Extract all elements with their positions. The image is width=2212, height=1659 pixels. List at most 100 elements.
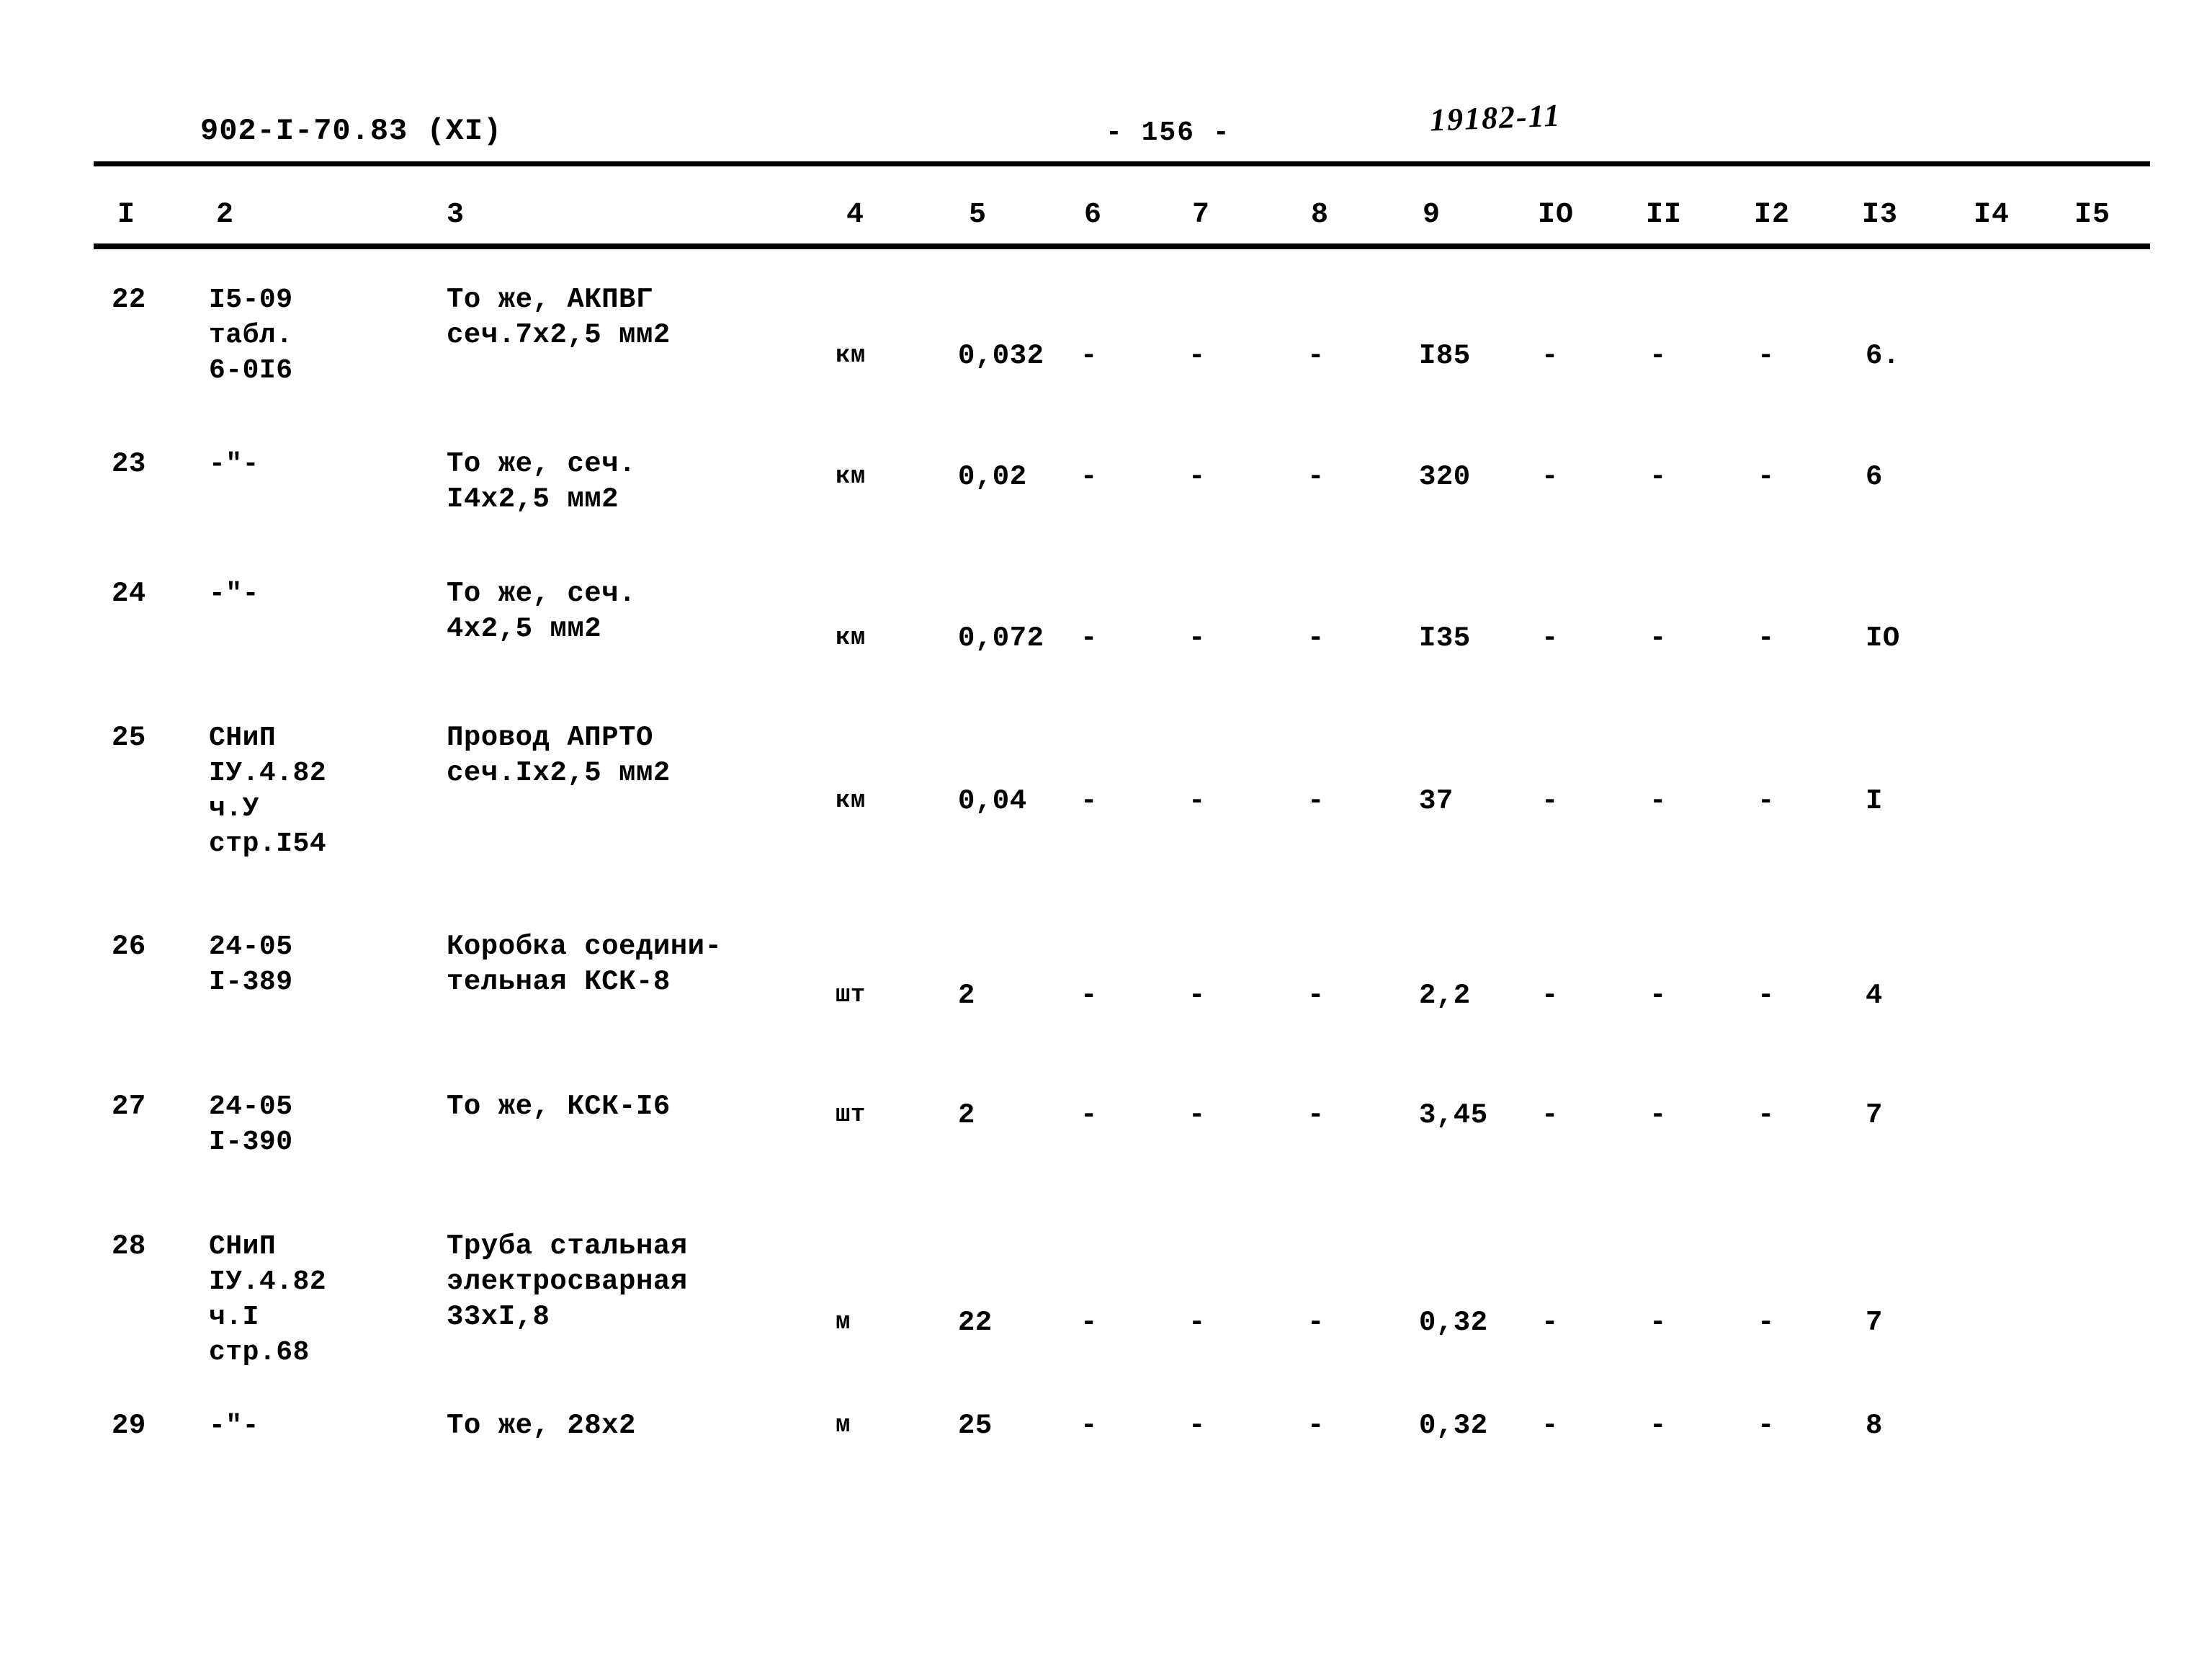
cell-r28-c9: 0,32 (1419, 1307, 1488, 1338)
cell-r26-c13: 4 (1866, 980, 1883, 1011)
cell-r27-c12: - (1757, 1099, 1775, 1131)
cell-r26-c6: - (1080, 980, 1098, 1011)
cell-r29-c3: То же, 28х2 (447, 1410, 636, 1441)
column-header-8: 8 (1311, 199, 1330, 231)
cell-r29-c5: 25 (958, 1410, 993, 1441)
cell-r22-c9: I85 (1419, 340, 1471, 372)
cell-r27-c9: 3,45 (1419, 1099, 1488, 1131)
cell-r28-c12: - (1757, 1307, 1775, 1338)
cell-r23-c7: - (1188, 461, 1206, 493)
cell-r27-c10: - (1541, 1099, 1559, 1131)
cell-r25-c4: км (836, 787, 866, 815)
cell-r26-c10: - (1541, 980, 1559, 1011)
cell-r23-c1: 23 (112, 448, 146, 480)
cell-r23-c2: -"- (209, 449, 259, 480)
cell-r26-c8: - (1307, 980, 1325, 1011)
cell-r29-c1: 29 (112, 1410, 146, 1441)
column-header-5: 5 (969, 199, 988, 231)
column-header-7: 7 (1192, 199, 1211, 231)
cell-r22-c1: 22 (112, 284, 146, 316)
cell-r22-c12: - (1757, 340, 1775, 372)
cell-r28-c8: - (1307, 1307, 1325, 1338)
cell-r28-c2: СНиП IУ.4.82 ч.I стр.68 (209, 1231, 327, 1368)
table-header-bottom-rule (94, 243, 2150, 249)
cell-r26-c5: 2 (958, 980, 975, 1011)
cell-r28-c3: Труба стальная электросварная 33хI,8 (447, 1230, 688, 1333)
cell-r29-c10: - (1541, 1410, 1559, 1441)
cell-r27-c4: шт (836, 1101, 866, 1129)
cell-r22-c10: - (1541, 340, 1559, 372)
cell-r24-c3: То же, сеч. 4х2,5 мм2 (447, 578, 636, 645)
cell-r29-c2: -"- (209, 1410, 259, 1441)
cell-r28-c4: м (836, 1309, 851, 1336)
cell-r27-c8: - (1307, 1099, 1325, 1131)
cell-r23-c4: км (836, 463, 866, 491)
cell-r24-c8: - (1307, 622, 1325, 654)
column-header-6: 6 (1084, 199, 1103, 231)
cell-r24-c6: - (1080, 622, 1098, 654)
cell-r24-c1: 24 (112, 578, 146, 609)
cell-r22-c13: 6. (1866, 340, 1900, 372)
cell-r22-c8: - (1307, 340, 1325, 372)
column-header-13: I3 (1862, 199, 1899, 231)
table-top-rule (94, 161, 2150, 166)
cell-r24-c11: - (1649, 622, 1667, 654)
cell-r25-c6: - (1080, 785, 1098, 817)
cell-r23-c10: - (1541, 461, 1559, 493)
cell-r26-c11: - (1649, 980, 1667, 1011)
cell-r27-c6: - (1080, 1099, 1098, 1131)
cell-r24-c7: - (1188, 622, 1206, 654)
cell-r29-c12: - (1757, 1410, 1775, 1441)
cell-r26-c2: 24-05 I-389 (209, 931, 293, 998)
column-header-4: 4 (846, 199, 865, 231)
cell-r24-c12: - (1757, 622, 1775, 654)
cell-r27-c7: - (1188, 1099, 1206, 1131)
cell-r23-c8: - (1307, 461, 1325, 493)
cell-r26-c3: Коробка соедини- тельная КСК-8 (447, 931, 722, 998)
column-header-11: II (1646, 199, 1683, 231)
page-number: - 156 - (1106, 117, 1231, 148)
cell-r25-c11: - (1649, 785, 1667, 817)
cell-r22-c11: - (1649, 340, 1667, 372)
cell-r24-c4: км (836, 625, 866, 652)
cell-r28-c7: - (1188, 1307, 1206, 1338)
cell-r25-c13: I (1866, 785, 1883, 817)
cell-r23-c12: - (1757, 461, 1775, 493)
cell-r26-c12: - (1757, 980, 1775, 1011)
column-header-15: I5 (2074, 199, 2111, 231)
cell-r23-c9: 320 (1419, 461, 1471, 493)
cell-r29-c13: 8 (1866, 1410, 1883, 1441)
cell-r25-c12: - (1757, 785, 1775, 817)
cell-r25-c2: СНиП IУ.4.82 ч.У стр.I54 (209, 723, 327, 859)
cell-r28-c6: - (1080, 1307, 1098, 1338)
cell-r22-c4: км (836, 342, 866, 370)
column-header-2: 2 (216, 199, 235, 231)
cell-r26-c1: 26 (112, 931, 146, 962)
cell-r24-c13: IO (1866, 622, 1900, 654)
cell-r23-c6: - (1080, 461, 1098, 493)
column-header-14: I4 (1974, 199, 2010, 231)
cell-r22-c5: 0,032 (958, 340, 1044, 372)
cell-r27-c3: То же, КСК-I6 (447, 1091, 671, 1122)
column-header-3: 3 (447, 199, 465, 231)
cell-r23-c13: 6 (1866, 461, 1883, 493)
cell-r29-c7: - (1188, 1410, 1206, 1441)
cell-r28-c11: - (1649, 1307, 1667, 1338)
cell-r26-c9: 2,2 (1419, 980, 1471, 1011)
cell-r27-c2: 24-05 I-390 (209, 1091, 293, 1158)
cell-r22-c7: - (1188, 340, 1206, 372)
cell-r26-c7: - (1188, 980, 1206, 1011)
cell-r26-c4: шт (836, 982, 866, 1009)
cell-r22-c6: - (1080, 340, 1098, 372)
cell-r25-c9: 37 (1419, 785, 1454, 817)
cell-r29-c11: - (1649, 1410, 1667, 1441)
cell-r29-c6: - (1080, 1410, 1098, 1441)
cell-r29-c4: м (836, 1412, 851, 1439)
cell-r24-c9: I35 (1419, 622, 1471, 654)
handwritten-archive-mark: 19182-11 (1429, 97, 1562, 138)
cell-r24-c5: 0,072 (958, 622, 1044, 654)
cell-r29-c8: - (1307, 1410, 1325, 1441)
cell-r27-c1: 27 (112, 1091, 146, 1122)
cell-r23-c5: 0,02 (958, 461, 1027, 493)
column-header-9: 9 (1423, 199, 1441, 231)
